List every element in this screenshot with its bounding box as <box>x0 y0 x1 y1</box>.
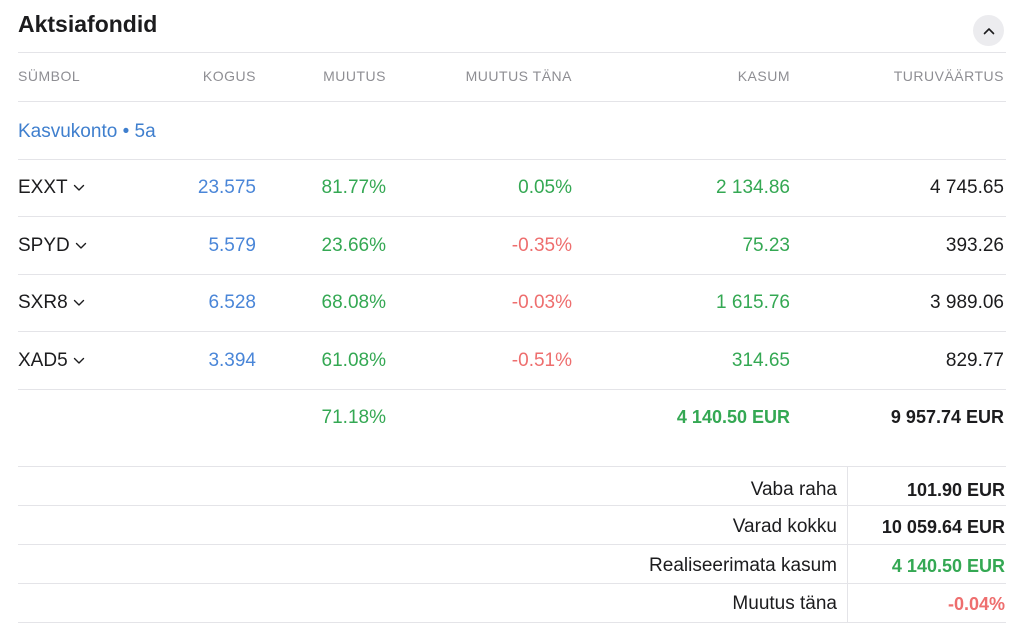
chevron-down-icon <box>73 299 84 306</box>
divider <box>18 52 1006 53</box>
section-title: Aktsiafondid <box>18 11 158 37</box>
divider <box>18 331 1006 332</box>
symbol-label: SXR8 <box>18 292 68 313</box>
divider <box>18 274 1006 275</box>
summary-label-total-assets: Varad kokku <box>732 516 837 537</box>
column-header-profit: KASUM <box>737 68 790 84</box>
summary-value-free-cash: 101.90 EUR <box>906 480 1005 500</box>
change-today-value: -0.35% <box>511 235 572 256</box>
column-header-change-today: MUUTUS TÄNA <box>465 68 572 84</box>
table-row-symbol[interactable]: XAD5 <box>18 350 85 372</box>
divider <box>18 216 1006 217</box>
change-today-value: 0.05% <box>518 177 572 198</box>
profit-value: 75.23 <box>742 235 790 256</box>
divider <box>18 544 1006 545</box>
divider <box>18 466 1006 467</box>
chevron-down-icon <box>73 184 84 191</box>
symbol-label: EXXT <box>18 177 68 198</box>
chevron-up-icon <box>983 27 994 34</box>
change-value: 81.77% <box>321 177 386 198</box>
collapse-button[interactable] <box>973 15 1004 46</box>
market-value: 829.77 <box>945 350 1004 371</box>
table-row-symbol[interactable]: SXR8 <box>18 292 85 314</box>
quantity-value: 5.579 <box>208 235 256 256</box>
total-profit: 4 140.50 EUR <box>676 407 790 427</box>
market-value: 3 989.06 <box>930 292 1004 313</box>
divider <box>18 159 1006 160</box>
summary-value-total-assets: 10 059.64 EUR <box>881 517 1005 537</box>
table-row-symbol[interactable]: SPYD <box>18 235 87 257</box>
total-market-value: 9 957.74 EUR <box>890 407 1004 427</box>
column-header-market-value: TURUVÄÄRTUS <box>893 68 1004 84</box>
profit-value: 2 134.86 <box>716 177 790 198</box>
summary-label-free-cash: Vaba raha <box>750 479 837 500</box>
change-value: 23.66% <box>321 235 386 256</box>
market-value: 4 745.65 <box>930 177 1004 198</box>
change-today-value: -0.51% <box>511 350 572 371</box>
market-value: 393.26 <box>945 235 1004 256</box>
profit-value: 314.65 <box>731 350 790 371</box>
summary-value-unrealized-profit: 4 140.50 EUR <box>891 556 1005 576</box>
total-change: 71.18% <box>321 407 386 428</box>
column-header-quantity: KOGUS <box>202 68 256 84</box>
summary-label-unrealized-profit: Realiseerimata kasum <box>649 555 837 576</box>
column-header-change: MUUTUS <box>323 68 386 84</box>
quantity-value: 6.528 <box>208 292 256 313</box>
account-group-label[interactable]: Kasvukonto • 5a <box>18 121 156 143</box>
symbol-label: XAD5 <box>18 350 68 371</box>
divider <box>18 583 1006 584</box>
chevron-down-icon <box>73 357 84 364</box>
change-today-value: -0.03% <box>511 292 572 313</box>
divider <box>18 622 1006 623</box>
summary-label-change-today: Muutus täna <box>732 593 837 614</box>
change-value: 68.08% <box>321 292 386 313</box>
symbol-label: SPYD <box>18 235 70 256</box>
column-header-symbol: SÜMBOL <box>18 68 81 84</box>
quantity-value: 23.575 <box>197 177 256 198</box>
quantity-value: 3.394 <box>208 350 256 371</box>
profit-value: 1 615.76 <box>716 292 790 313</box>
chevron-down-icon <box>75 242 86 249</box>
divider <box>18 101 1006 102</box>
table-row-symbol[interactable]: EXXT <box>18 177 85 199</box>
divider <box>18 389 1006 390</box>
divider <box>18 505 1006 506</box>
summary-value-change-today: -0.04% <box>947 594 1005 614</box>
change-value: 61.08% <box>321 350 386 371</box>
